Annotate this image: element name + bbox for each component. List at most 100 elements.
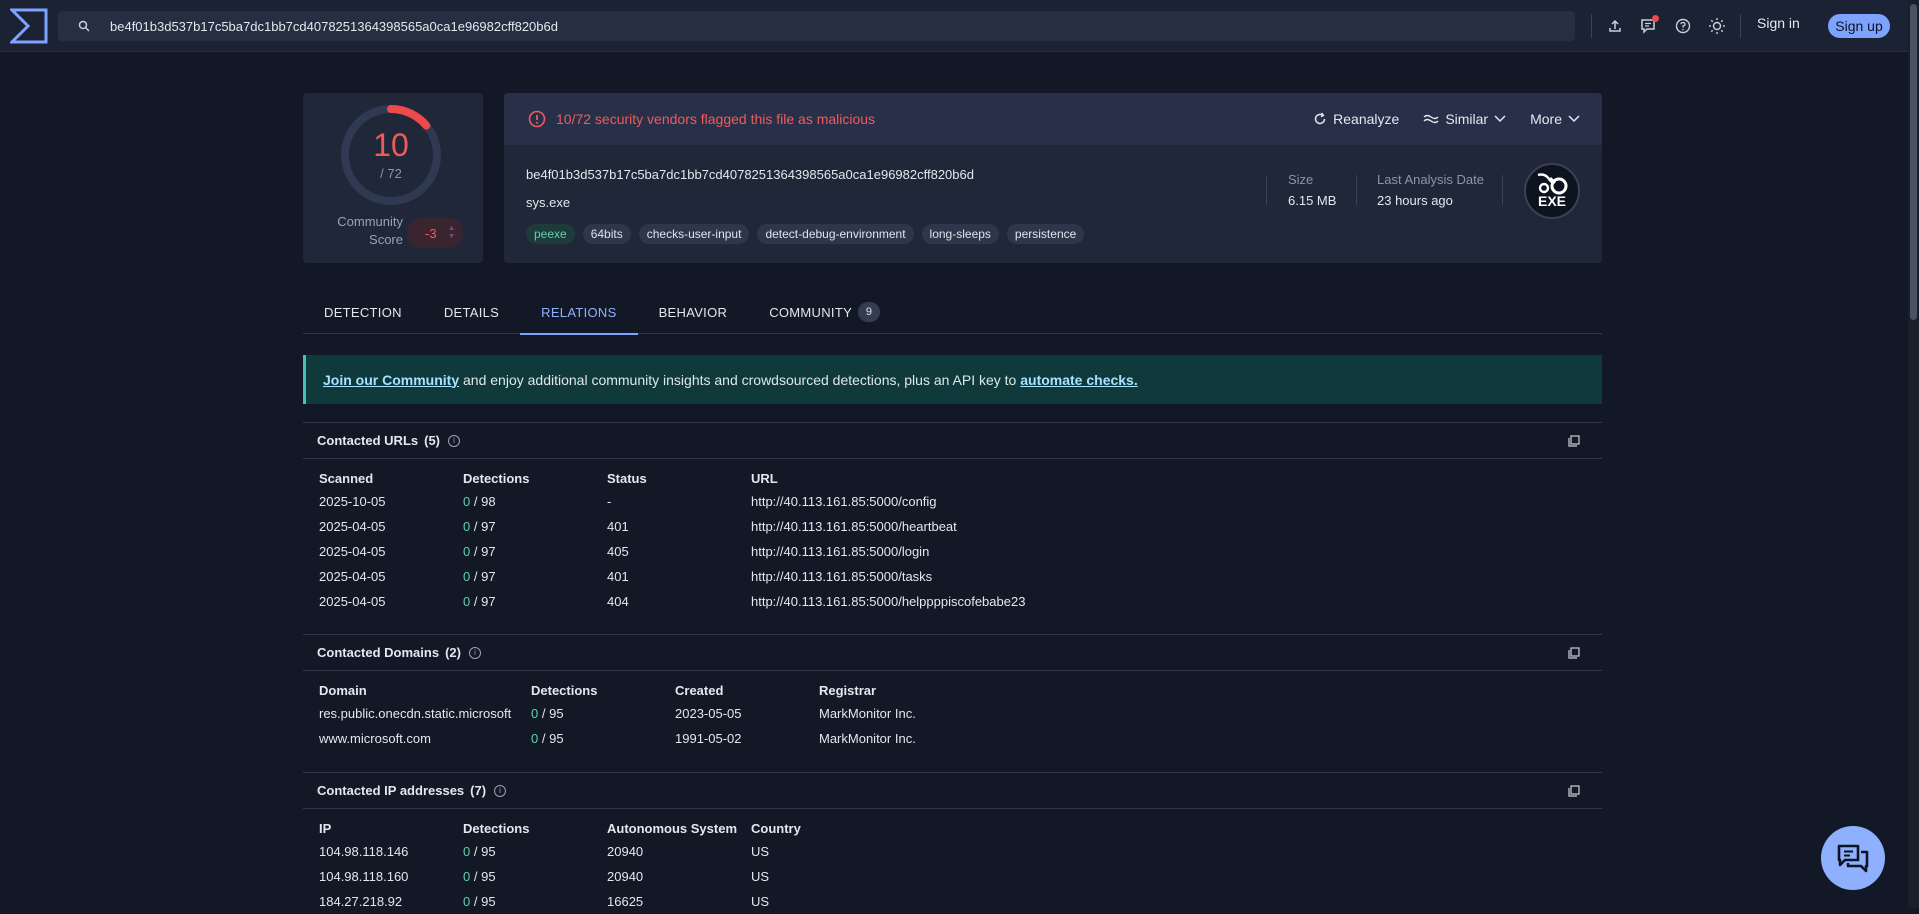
url-link[interactable]: http://40.113.161.85:5000/config xyxy=(751,489,1025,514)
url-link[interactable]: http://40.113.161.85:5000/helppppiscofeb… xyxy=(751,589,1025,614)
search-bar[interactable] xyxy=(58,11,1575,41)
reanalyze-button[interactable]: Reanalyze xyxy=(1313,111,1399,127)
notification-dot xyxy=(1652,15,1659,22)
copy-icon[interactable] xyxy=(1568,785,1580,797)
created-date: 2023-05-05 xyxy=(675,706,742,721)
ip-link[interactable]: 184.27.218.92 xyxy=(319,889,463,914)
detection-total: / 72 xyxy=(380,166,402,181)
tab-community[interactable]: COMMUNITY 9 xyxy=(748,290,901,334)
domain-link[interactable]: res.public.onecdn.static.microsoft xyxy=(319,701,531,726)
top-bar: Sign in Sign up xyxy=(0,0,1908,52)
ip-link[interactable]: 104.98.118.160 xyxy=(319,864,463,889)
chat-support-button[interactable] xyxy=(1821,826,1885,890)
info-icon[interactable]: i xyxy=(494,784,507,797)
status-cell: 401 xyxy=(607,569,629,584)
table-row[interactable]: www.microsoft.com 0 / 95 1991-05-02 Mark… xyxy=(319,726,916,751)
table-row[interactable]: 2025-04-05 0 / 97 405 http://40.113.161.… xyxy=(319,539,1025,564)
file-type-text: EXE xyxy=(1537,193,1566,209)
contacted-domains-section: Contacted Domains (2) i Domain Detection… xyxy=(303,634,1602,751)
community-score-label: Community Score xyxy=(337,214,403,247)
table-row[interactable]: 2025-10-05 0 / 98 - http://40.113.161.85… xyxy=(319,489,1025,514)
tab-detection[interactable]: DETECTION xyxy=(303,290,423,334)
search-icon xyxy=(78,19,92,33)
section-count: (7) xyxy=(470,783,487,798)
chevron-down-icon xyxy=(1494,115,1506,123)
ips-table: IP Detections Autonomous System Country … xyxy=(319,817,801,914)
more-dropdown[interactable]: More xyxy=(1530,111,1580,127)
contacted-ips-section: Contacted IP addresses (7) i IP Detectio… xyxy=(303,772,1602,914)
tag[interactable]: peexe xyxy=(526,224,575,244)
file-info-card: 10/72 security vendors flagged this file… xyxy=(504,93,1602,263)
search-input[interactable] xyxy=(110,18,1510,34)
tag[interactable]: detect-debug-environment xyxy=(757,224,914,244)
detections-cell: 0 / 97 xyxy=(463,539,607,564)
vote-arrows-icon[interactable]: ▲ ▼ xyxy=(448,225,455,241)
theme-toggle-icon[interactable] xyxy=(1700,10,1734,42)
tab-behavior[interactable]: BEHAVIOR xyxy=(638,290,749,334)
tag[interactable]: long-sleeps xyxy=(921,224,999,244)
community-score-pill[interactable]: -3 ▲ ▼ xyxy=(407,218,463,248)
ip-link[interactable]: 104.98.118.146 xyxy=(319,839,463,864)
help-icon[interactable] xyxy=(1666,10,1700,42)
contacted-urls-section: Contacted URLs (5) i Scanned Detections … xyxy=(303,422,1602,614)
domains-table: Domain Detections Created Registrar res.… xyxy=(319,679,916,751)
column-header: Autonomous System xyxy=(607,820,738,836)
status-cell: 405 xyxy=(607,544,629,559)
table-row[interactable]: 104.98.118.160 0 / 95 20940 US xyxy=(319,864,801,889)
autonomous-system: 16625 xyxy=(607,894,644,909)
detections-count: 0 xyxy=(463,844,471,859)
urls-table: Scanned Detections Status URL 2025-10-05… xyxy=(319,467,1025,614)
detections-total: / 98 xyxy=(473,494,496,509)
table-row[interactable]: 2025-04-05 0 / 97 401 http://40.113.161.… xyxy=(319,514,1025,539)
tag[interactable]: 64bits xyxy=(582,224,631,244)
similar-icon xyxy=(1423,114,1439,124)
join-community-link[interactable]: Join our Community xyxy=(323,372,459,388)
divider xyxy=(1266,175,1267,205)
tag[interactable]: checks-user-input xyxy=(638,224,750,244)
detections-cell: 0 / 95 xyxy=(531,701,675,726)
table-row[interactable]: 2025-04-05 0 / 97 401 http://40.113.161.… xyxy=(319,564,1025,589)
exe-file-type-icon: EXE xyxy=(1524,163,1580,219)
banner-body: and enjoy additional community insights … xyxy=(459,371,1021,388)
scanned-date: 2025-04-05 xyxy=(319,594,386,609)
scrollbar-thumb[interactable] xyxy=(1910,4,1917,320)
domain-link[interactable]: www.microsoft.com xyxy=(319,726,531,751)
tab-relations[interactable]: RELATIONS xyxy=(520,290,638,335)
table-row[interactable]: res.public.onecdn.static.microsoft 0 / 9… xyxy=(319,701,916,726)
country: US xyxy=(751,844,770,859)
table-row[interactable]: 184.27.218.92 0 / 95 16625 US xyxy=(319,889,801,914)
community-banner: Join our Community and enjoy additional … xyxy=(303,355,1602,404)
info-icon[interactable]: i xyxy=(448,434,461,447)
detections-total: / 95 xyxy=(541,731,564,746)
table-row[interactable]: 2025-04-05 0 / 97 404 http://40.113.161.… xyxy=(319,589,1025,614)
table-row[interactable]: 104.98.118.146 0 / 95 20940 US xyxy=(319,839,801,864)
detections-count: 0 xyxy=(463,869,471,884)
copy-icon[interactable] xyxy=(1568,435,1580,447)
url-link[interactable]: http://40.113.161.85:5000/heartbeat xyxy=(751,514,1025,539)
detection-count: 10 xyxy=(373,127,409,163)
country: US xyxy=(751,869,770,884)
info-icon[interactable]: i xyxy=(468,646,481,659)
notifications-icon[interactable] xyxy=(1632,10,1666,42)
copy-icon[interactable] xyxy=(1568,647,1580,659)
automate-checks-link[interactable]: automate checks. xyxy=(1020,372,1138,388)
table-header-row: Scanned Detections Status URL xyxy=(319,467,1025,489)
similar-dropdown[interactable]: Similar xyxy=(1423,111,1506,127)
detections-total: / 97 xyxy=(473,569,496,584)
virustotal-logo-icon[interactable] xyxy=(10,8,48,44)
upload-icon[interactable] xyxy=(1598,10,1632,42)
detections-count: 0 xyxy=(463,544,471,559)
status-cell: 404 xyxy=(607,594,629,609)
scanned-date: 2025-04-05 xyxy=(319,519,386,534)
community-count-badge: 9 xyxy=(858,302,881,322)
url-link[interactable]: http://40.113.161.85:5000/tasks xyxy=(751,564,1025,589)
url-link[interactable]: http://40.113.161.85:5000/login xyxy=(751,539,1025,564)
column-header: Registrar xyxy=(819,682,877,698)
sign-up-button[interactable]: Sign up xyxy=(1828,14,1890,38)
divider xyxy=(1740,14,1741,38)
detections-total: / 95 xyxy=(541,706,564,721)
file-hash[interactable]: be4f01b3d537b17c5ba7dc1bb7cd407825136439… xyxy=(526,167,974,182)
tab-details[interactable]: DETAILS xyxy=(423,290,520,334)
tag[interactable]: persistence xyxy=(1006,224,1085,244)
sign-in-link[interactable]: Sign in xyxy=(1757,15,1800,31)
